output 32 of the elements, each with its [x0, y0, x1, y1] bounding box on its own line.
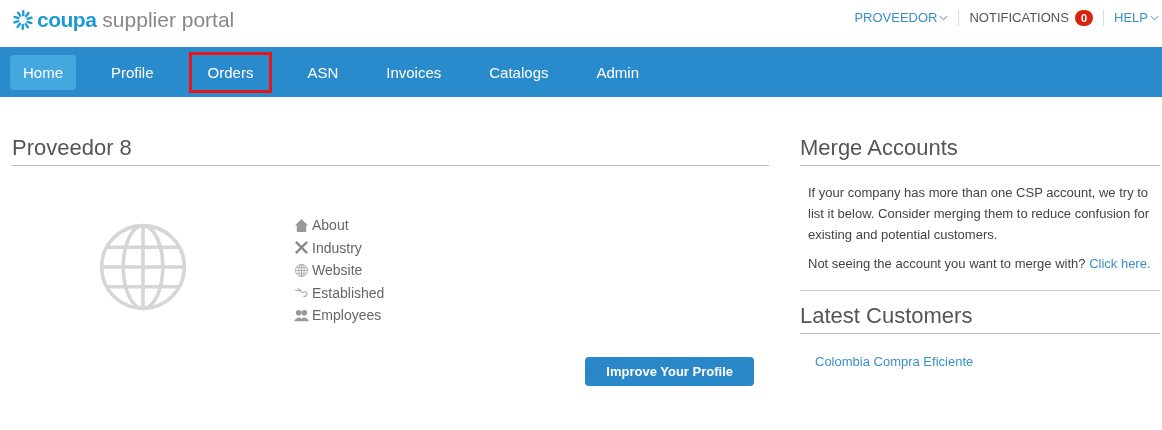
customer-link[interactable]: Colombia Compra Eficiente [815, 354, 1160, 369]
improve-profile-button[interactable]: Improve Your Profile [585, 356, 754, 386]
click-here-link[interactable]: Click here. [1089, 256, 1151, 271]
logo-product: supplier portal [102, 7, 235, 32]
logo-brand: coupa [37, 7, 97, 32]
merge-prompt: Not seeing the account you want to merge with? [808, 256, 1086, 271]
merge-title: Merge Accounts [800, 135, 1160, 166]
nav-tab[interactable]: Catalogs [476, 54, 562, 90]
nav-tab[interactable]: ASN [294, 54, 352, 90]
house-icon [294, 217, 309, 233]
profile-field-label: Established [312, 284, 385, 301]
globe-icon [98, 222, 188, 312]
notification-badge: 0 [1074, 9, 1094, 26]
globe-icon [294, 262, 309, 278]
notifications-link[interactable]: NOTIFICATIONS 0 [969, 9, 1094, 26]
profile-field-label: Industry [312, 239, 362, 256]
customers-title: Latest Customers [800, 303, 1160, 334]
profile-field-label: About [312, 217, 349, 234]
nav-tab[interactable]: Profile [98, 54, 167, 90]
logo-icon [12, 8, 34, 31]
account-menu-link[interactable]: PROVEEDOR [854, 10, 949, 25]
help-menu-link[interactable]: HELP [1114, 10, 1159, 25]
nav-tab[interactable]: Orders [188, 51, 273, 93]
profile-field-label: Employees [312, 307, 382, 324]
profile-field-label: Website [312, 262, 363, 279]
nav-tab[interactable]: Admin [583, 54, 652, 90]
merge-description: If your company has more than one CSP account, we try to list it below. Consider merging them to reduce confusion for existing and potential customers. [808, 184, 1151, 244]
caret-icon [939, 14, 949, 21]
caret-icon [1150, 14, 1159, 21]
nav-tab[interactable]: Invoices [373, 54, 455, 90]
people-icon [294, 307, 309, 323]
profile-title: Proveedor 8 [12, 135, 769, 166]
